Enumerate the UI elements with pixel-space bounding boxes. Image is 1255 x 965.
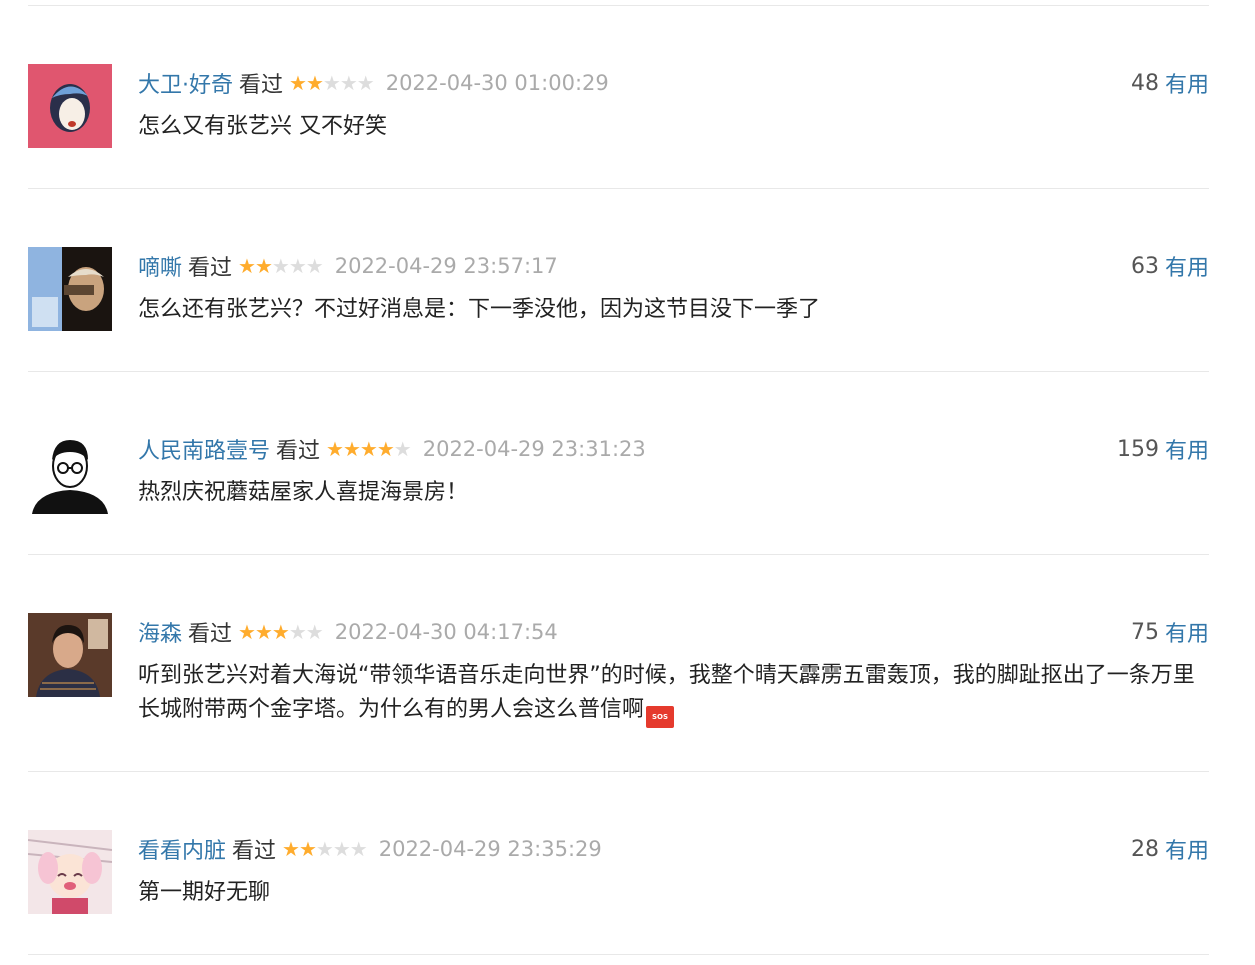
useful-button[interactable]: 有用	[1165, 433, 1209, 465]
useful-button[interactable]: 有用	[1165, 833, 1209, 865]
star-icon: ★	[339, 71, 358, 95]
vote-count: 75	[1130, 619, 1159, 645]
vote-area: 63 有用	[1131, 250, 1209, 282]
vote-count: 63	[1130, 253, 1159, 279]
divider	[28, 188, 1209, 189]
avatar[interactable]	[28, 247, 112, 331]
comment-meta: 大卫·好奇 看过 ★ ★ ★ ★ ★ 2022-04-30 01:00:29	[138, 67, 609, 99]
vote-area: 75 有用	[1131, 616, 1209, 648]
star-icon: ★	[359, 437, 378, 461]
watch-status: 看过	[239, 73, 284, 98]
star-icon: ★	[356, 71, 375, 95]
comment-text: 怎么还有张艺兴？不过好消息是：下一季没他，因为这节目没下一季了	[138, 297, 821, 322]
star-icon: ★	[315, 837, 334, 861]
comment-text: 热烈庆祝蘑菇屋家人喜提海景房！	[138, 480, 469, 505]
vote-count: 159	[1116, 436, 1159, 462]
avatar[interactable]	[28, 613, 112, 697]
watch-status: 看过	[232, 839, 277, 864]
watch-status: 看过	[188, 622, 233, 647]
username-link[interactable]: 看看内脏	[138, 833, 226, 865]
rating-stars: ★ ★ ★ ★ ★	[326, 437, 412, 461]
divider	[28, 771, 1209, 772]
star-icon: ★	[305, 620, 324, 644]
star-icon: ★	[305, 254, 324, 278]
comment-time: 2022-04-29 23:57:17	[334, 254, 558, 278]
username-link[interactable]: 嘀嘶	[138, 250, 182, 282]
star-icon: ★	[271, 620, 290, 644]
comment-meta: 嘀嘶 看过 ★ ★ ★ ★ ★ 2022-04-29 23:57:17	[138, 250, 558, 282]
star-icon: ★	[326, 437, 344, 461]
star-icon: ★	[332, 837, 351, 861]
star-icon: ★	[238, 620, 256, 644]
comment-meta: 海森 看过 ★ ★ ★ ★ ★ 2022-04-30 04:17:54	[138, 616, 558, 648]
divider	[28, 371, 1209, 372]
divider	[28, 5, 1209, 6]
username-link[interactable]: 人民南路壹号	[138, 433, 270, 465]
username-link[interactable]: 大卫·好奇	[138, 67, 233, 99]
comment-text: 第一期好无聊	[138, 880, 271, 905]
rating-stars: ★ ★ ★ ★ ★	[238, 620, 324, 644]
vote-area: 28 有用	[1131, 833, 1209, 865]
useful-button[interactable]: 有用	[1165, 67, 1209, 99]
star-icon: ★	[289, 71, 307, 95]
star-icon: ★	[342, 437, 361, 461]
star-icon: ★	[288, 620, 307, 644]
useful-button[interactable]: 有用	[1165, 250, 1209, 282]
useful-button[interactable]: 有用	[1165, 616, 1209, 648]
sos-emoji-icon: SOS	[646, 706, 675, 728]
star-icon: ★	[376, 437, 395, 461]
comment-time: 2022-04-29 23:35:29	[378, 837, 602, 861]
watch-status: 看过	[188, 256, 233, 281]
comment-text: 怎么又有张艺兴 又不好笑	[138, 114, 387, 139]
watch-status: 看过	[276, 439, 321, 464]
vote-count: 28	[1130, 836, 1159, 862]
avatar[interactable]	[28, 430, 112, 514]
comment-time: 2022-04-30 04:17:54	[334, 620, 558, 644]
comment-meta: 看看内脏 看过 ★ ★ ★ ★ ★ 2022-04-29 23:35:29	[138, 833, 602, 865]
star-icon: ★	[254, 254, 273, 278]
vote-area: 159 有用	[1117, 433, 1209, 465]
comment-time: 2022-04-29 23:31:23	[422, 437, 646, 461]
comment-text: 听到张艺兴对着大海说“带领华语音乐走向世界”的时候，我整个晴天霹雳五雷轰顶，我的…	[138, 659, 1213, 728]
divider	[28, 554, 1209, 555]
star-icon: ★	[254, 620, 273, 644]
rating-stars: ★ ★ ★ ★ ★	[282, 837, 368, 861]
star-icon: ★	[282, 837, 300, 861]
star-icon: ★	[298, 837, 317, 861]
comment-time: 2022-04-30 01:00:29	[385, 71, 609, 95]
comment-list: 大卫·好奇 看过 ★ ★ ★ ★ ★ 2022-04-30 01:00:29 48 有用…	[0, 0, 1255, 965]
rating-stars: ★ ★ ★ ★ ★	[289, 71, 375, 95]
divider	[28, 954, 1209, 955]
star-icon: ★	[271, 254, 290, 278]
star-icon: ★	[322, 71, 341, 95]
star-icon: ★	[305, 71, 324, 95]
avatar[interactable]	[28, 64, 112, 148]
avatar[interactable]	[28, 830, 112, 914]
star-icon: ★	[349, 837, 368, 861]
username-link[interactable]: 海森	[138, 616, 182, 648]
star-icon: ★	[288, 254, 307, 278]
star-icon: ★	[393, 437, 412, 461]
vote-area: 48 有用	[1131, 67, 1209, 99]
rating-stars: ★ ★ ★ ★ ★	[238, 254, 324, 278]
star-icon: ★	[238, 254, 256, 278]
comment-meta: 人民南路壹号 看过 ★ ★ ★ ★ ★ 2022-04-29 23:31:23	[138, 433, 646, 465]
vote-count: 48	[1130, 70, 1159, 96]
